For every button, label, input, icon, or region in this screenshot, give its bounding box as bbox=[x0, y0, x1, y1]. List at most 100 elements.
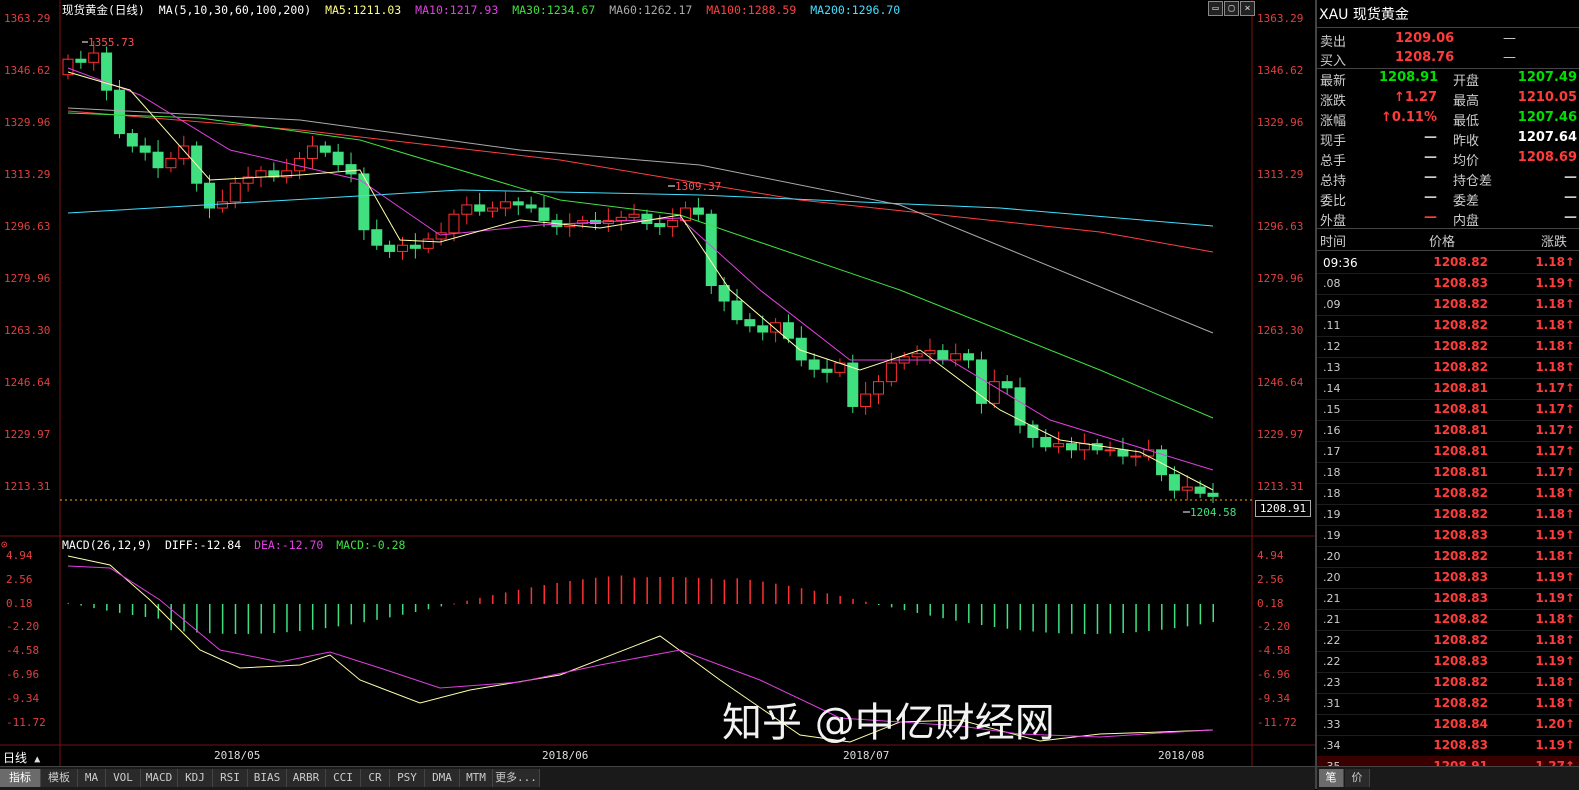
tab-dma[interactable]: DMA bbox=[425, 769, 460, 787]
candle-body bbox=[757, 325, 769, 333]
macd-bar bbox=[234, 604, 237, 634]
maximize-icon[interactable]: ▢ bbox=[1224, 1, 1239, 16]
macd-bar bbox=[196, 604, 198, 633]
tab-kdj[interactable]: KDJ bbox=[178, 769, 213, 787]
macd-bar bbox=[1083, 604, 1086, 634]
settings-dot-icon[interactable]: ⊙ bbox=[1, 538, 11, 551]
macd-bar bbox=[916, 604, 919, 613]
macd-bar bbox=[1135, 604, 1137, 633]
macd-bar bbox=[1199, 604, 1202, 625]
kline-chart-svg[interactable]: 1355.73 1309.37 1204.58 bbox=[0, 0, 1315, 789]
tab-more[interactable]: 更多... bbox=[493, 769, 540, 787]
candle-body bbox=[1168, 474, 1180, 491]
macd-bar bbox=[890, 604, 893, 608]
tick-time: .18 bbox=[1323, 466, 1341, 479]
candle-body bbox=[538, 207, 550, 221]
macd-bar bbox=[221, 604, 224, 634]
tab-indicator[interactable]: 指标 bbox=[0, 769, 41, 787]
tick-change: 1.17↑ bbox=[1535, 423, 1575, 437]
quote-value: — bbox=[1564, 170, 1577, 185]
tick-time: .21 bbox=[1323, 613, 1341, 626]
macd-bar bbox=[479, 597, 481, 604]
macd-bar bbox=[800, 588, 803, 604]
candle-body bbox=[216, 201, 228, 209]
candle-body bbox=[152, 151, 164, 169]
macd-bar bbox=[118, 604, 121, 613]
macd-tick-label: 4.94 bbox=[6, 549, 33, 562]
high-annotation-2: 1309.37 bbox=[675, 180, 721, 193]
tick-time: .21 bbox=[1323, 592, 1341, 605]
tick-row: .34 1208.83 1.19↑ bbox=[1317, 735, 1579, 757]
macd-bar bbox=[762, 581, 764, 604]
tick-time: .13 bbox=[1323, 361, 1341, 374]
tab-template[interactable]: 模板 bbox=[41, 769, 78, 787]
price-tick-label: 1346.62 bbox=[1257, 64, 1304, 77]
candle-body bbox=[75, 58, 87, 63]
macd-bar bbox=[337, 604, 340, 627]
tab-arbr[interactable]: ARBR bbox=[287, 769, 326, 787]
tab-psy[interactable]: PSY bbox=[390, 769, 425, 787]
macd-bar bbox=[453, 603, 455, 605]
candle-body bbox=[1130, 455, 1142, 458]
sell-price: 1209.06 bbox=[1395, 31, 1455, 46]
ma30-label: MA30:1234.67 bbox=[512, 3, 596, 17]
period-selector[interactable]: 日线 ▲ bbox=[3, 749, 40, 766]
macd-bar bbox=[389, 604, 391, 618]
kline-chart-area[interactable]: 1355.73 1309.37 1204.58 现货黄金(日线) MA(5,10,3… bbox=[0, 0, 1315, 790]
tick-time: .31 bbox=[1323, 697, 1341, 710]
tick-row: .22 1208.83 1.19↑ bbox=[1317, 651, 1579, 673]
quote-label: 最高 bbox=[1453, 94, 1480, 109]
tab-prices[interactable]: 价 bbox=[1345, 769, 1370, 787]
macd-bar bbox=[813, 590, 816, 604]
quote-label: 涨跌 bbox=[1320, 94, 1347, 109]
macd-bar bbox=[659, 577, 661, 604]
macd-tick-label: -9.34 bbox=[1257, 691, 1291, 705]
macd-tick-label: 2.56 bbox=[1257, 572, 1284, 586]
candle-body bbox=[255, 170, 267, 178]
quote-value: ↑1.27 bbox=[1394, 90, 1437, 105]
macd-tick-label: -4.58 bbox=[1257, 644, 1291, 658]
divider bbox=[1317, 68, 1579, 69]
tab-vol[interactable]: VOL bbox=[106, 769, 141, 787]
tab-macd[interactable]: MACD bbox=[141, 769, 178, 787]
macd-bar bbox=[1006, 604, 1009, 629]
tick-time: .18 bbox=[1323, 487, 1341, 500]
macd-bar bbox=[1058, 604, 1060, 634]
tick-price: 1208.81 bbox=[1433, 402, 1488, 416]
tick-change: 1.18↑ bbox=[1535, 633, 1575, 647]
buy-label: 买入 bbox=[1320, 54, 1347, 69]
tick-price: 1208.83 bbox=[1433, 654, 1488, 668]
tick-price: 1208.81 bbox=[1433, 381, 1488, 395]
tab-rsi[interactable]: RSI bbox=[213, 769, 248, 787]
tick-change: 1.18↑ bbox=[1535, 486, 1575, 500]
macd-bar bbox=[350, 604, 353, 625]
candle-body bbox=[474, 204, 486, 212]
candle-body bbox=[770, 322, 782, 333]
tick-header-change: 涨跌 bbox=[1541, 235, 1568, 250]
tab-mtm[interactable]: MTM bbox=[460, 769, 493, 787]
tick-change: 1.18↑ bbox=[1535, 339, 1575, 353]
restore-icon[interactable]: ▭ bbox=[1208, 1, 1223, 16]
close-icon[interactable]: × bbox=[1240, 1, 1255, 16]
macd-bar bbox=[1019, 604, 1022, 631]
price-tick-label: 1229.97 bbox=[1257, 428, 1304, 441]
tab-trades[interactable]: 笔 bbox=[1319, 769, 1344, 787]
tick-row: .22 1208.82 1.18↑ bbox=[1317, 630, 1579, 652]
ma5-line bbox=[67, 71, 1214, 491]
macd-bar bbox=[607, 576, 610, 604]
price-tick-label: 1246.64 bbox=[1257, 376, 1304, 389]
tab-cci[interactable]: CCI bbox=[326, 769, 361, 787]
date-label: 2018/08 bbox=[1158, 749, 1205, 762]
high-annotation-1: 1355.73 bbox=[88, 36, 134, 49]
quote-label: 委比 bbox=[1320, 194, 1347, 209]
tab-ma[interactable]: MA bbox=[78, 769, 106, 787]
candle-body bbox=[384, 244, 396, 252]
price-tick-label: 1329.96 bbox=[4, 116, 51, 129]
tick-row: .23 1208.82 1.18↑ bbox=[1317, 672, 1579, 694]
quote-value: 1207.49 bbox=[1517, 70, 1577, 85]
tab-cr[interactable]: CR bbox=[361, 769, 390, 787]
macd-bar bbox=[273, 604, 275, 634]
tick-change: 1.17↑ bbox=[1535, 444, 1575, 458]
macd-bar bbox=[414, 604, 417, 613]
tab-bias[interactable]: BIAS bbox=[248, 769, 287, 787]
